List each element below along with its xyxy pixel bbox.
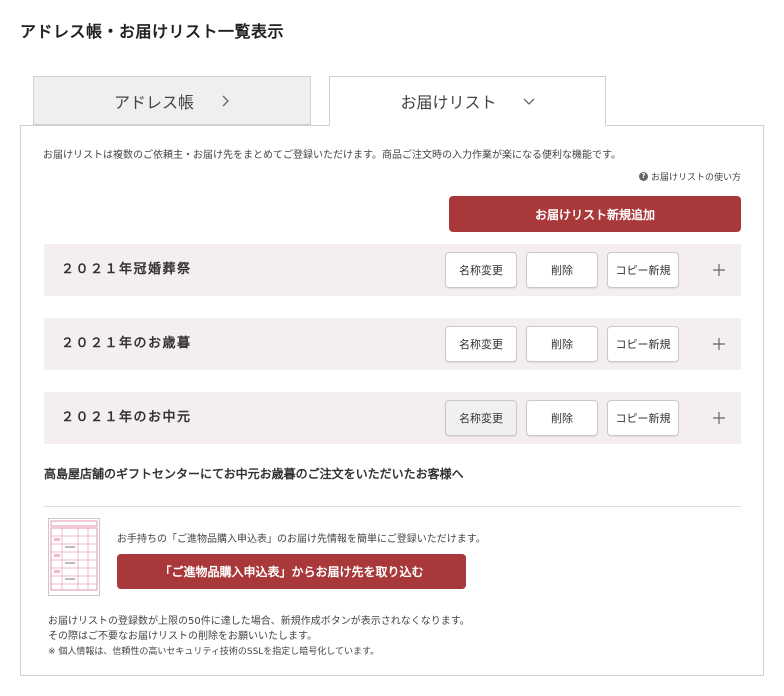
copy-new-button[interactable]: コピー新規 (607, 326, 679, 362)
limit-note-1: お届けリストの登録数が上限の50件に達した場合、新規作成ボタンが表示されなくなり… (48, 616, 470, 627)
import-note: お手持ちの「ご進物品購入申込表」のお届け先情報を簡単にご登録いただけます。 (117, 534, 486, 545)
list-title: ２０２１年のお歳暮 (61, 336, 192, 351)
limit-note-2: その際はご不要なお届けリストの削除をお願いいたします。 (48, 631, 317, 642)
page-title: アドレス帳・お届けリスト一覧表示 (20, 22, 285, 41)
gift-center-heading: 高島屋店舗のギフトセンターにてお中元お歳暮のご注文をいただいたお客様へ (44, 467, 464, 481)
chevron-right-icon (220, 95, 230, 107)
add-list-button[interactable]: お届けリスト新規追加 (449, 196, 741, 232)
tab-delivery-list[interactable]: お届けリスト (329, 76, 606, 126)
intro-text: お届けリストは複数のご依頼主・お届け先をまとめてご登録いただけます。商品ご注文時… (43, 150, 621, 161)
rename-button[interactable]: 名称変更 (445, 252, 517, 288)
list-title: ２０２１年冠婚葬祭 (61, 262, 192, 277)
tab-address-book-label: アドレス帳 (113, 92, 194, 112)
delete-button[interactable]: 削除 (526, 252, 598, 288)
tab-delivery-list-label: お届けリスト (400, 93, 497, 112)
divider (44, 506, 741, 507)
delivery-list-panel: お届けリストは複数のご依頼主・お届け先をまとめてご登録いただけます。商品ご注文時… (20, 125, 764, 676)
rename-button[interactable]: 名称変更 (445, 326, 517, 362)
rename-button[interactable]: 名称変更 (445, 400, 517, 436)
list-row: ２０２１年冠婚葬祭 名称変更 削除 コピー新規 (44, 244, 741, 296)
delete-button[interactable]: 削除 (526, 326, 598, 362)
help-link[interactable]: ? お届けリストの使い方 (638, 170, 741, 183)
plus-icon[interactable] (709, 334, 729, 354)
tab-address-book[interactable]: アドレス帳 (33, 76, 311, 125)
order-form-thumbnail-icon (48, 518, 100, 596)
help-link-label: お届けリストの使い方 (650, 173, 741, 183)
plus-icon[interactable] (709, 408, 729, 428)
chevron-down-icon (523, 96, 535, 106)
copy-new-button[interactable]: コピー新規 (607, 400, 679, 436)
delete-button[interactable]: 削除 (526, 400, 598, 436)
list-row: ２０２１年のお中元 名称変更 削除 コピー新規 (44, 392, 741, 444)
list-row: ２０２１年のお歳暮 名称変更 削除 コピー新規 (44, 318, 741, 370)
copy-new-button[interactable]: コピー新規 (607, 252, 679, 288)
import-order-form-button[interactable]: 「ご進物品購入申込表」からお届け先を取り込む (117, 554, 466, 589)
ssl-note: ※ 個人情報は、信頼性の高いセキュリティ技術のSSLを指定し暗号化しています。 (48, 647, 380, 657)
plus-icon[interactable] (709, 260, 729, 280)
tab-bar: アドレス帳 お届けリスト (33, 76, 606, 126)
list-title: ２０２１年のお中元 (61, 410, 192, 425)
help-circle-icon: ? (638, 172, 648, 181)
